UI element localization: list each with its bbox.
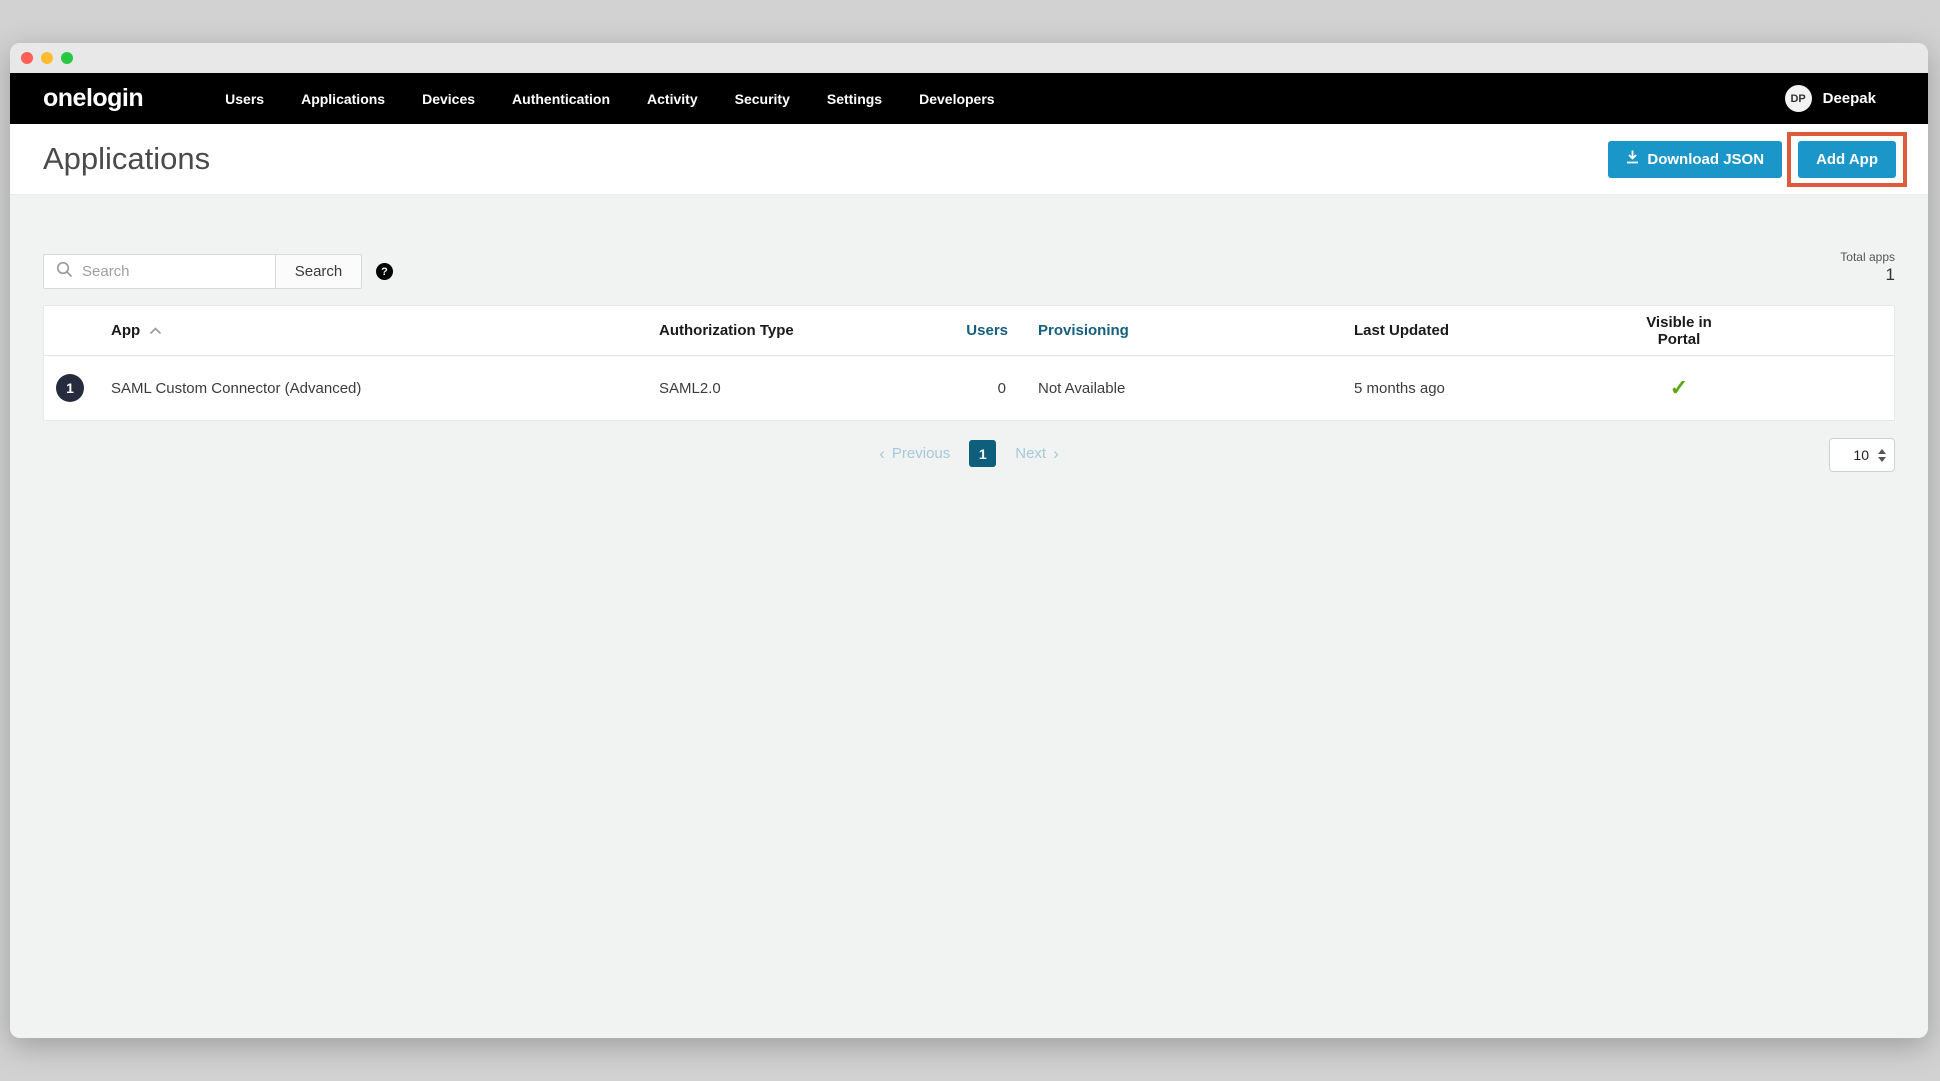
user-name: Deepak [1823,90,1876,107]
search-box [43,254,275,289]
main-content: Search ? Total apps 1 App Authorization … [10,195,1928,1038]
top-nav: onelogin Users Applications Devices Auth… [10,73,1928,124]
download-json-button[interactable]: Download JSON [1608,141,1782,178]
app-name[interactable]: SAML Custom Connector (Advanced) [111,380,361,397]
users-cell: 0 [939,380,1014,397]
window-titlebar [10,43,1928,73]
nav-item-users[interactable]: Users [225,91,264,107]
app-window: onelogin Users Applications Devices Auth… [10,43,1928,1038]
page-header: Applications Download JSON Add App [10,124,1928,195]
stepper-icon [1878,449,1886,462]
nav-items: Users Applications Devices Authenticatio… [225,91,994,107]
visible-cell: ✓ [1602,375,1732,401]
close-button[interactable] [21,52,33,64]
column-header-provisioning[interactable]: Provisioning [1014,322,1330,339]
minimize-button[interactable] [41,52,53,64]
search-input[interactable] [82,263,252,280]
column-header-auth-type: Authorization Type [659,322,939,339]
chevron-right-icon: › [1053,444,1059,464]
nav-item-security[interactable]: Security [735,91,790,107]
nav-item-settings[interactable]: Settings [827,91,882,107]
toolbar: Search ? Total apps 1 [43,195,1895,289]
row-index-badge: 1 [56,374,84,402]
download-icon [1626,150,1639,168]
user-menu[interactable]: DP Deepak [1785,85,1876,112]
visible-check-icon: ✓ [1670,375,1688,400]
chevron-left-icon: ‹ [879,444,885,464]
app-cell: 1 SAML Custom Connector (Advanced) [44,374,659,402]
search-icon [56,261,73,283]
pagination-row: ‹ Previous 1 Next › 10 [43,438,1895,474]
table-header-row: App Authorization Type Users Provisionin… [44,306,1894,356]
add-app-button[interactable]: Add App [1798,141,1896,178]
sort-asc-icon [149,322,162,339]
last-updated-cell: 5 months ago [1330,380,1602,397]
column-header-last-updated: Last Updated [1330,322,1602,339]
total-apps: Total apps 1 [1840,250,1895,285]
nav-item-activity[interactable]: Activity [647,91,698,107]
current-page-button[interactable]: 1 [969,440,996,467]
onelogin-logo[interactable]: onelogin [43,84,143,113]
add-app-label: Add App [1816,151,1878,168]
auth-type-cell: SAML2.0 [659,380,939,397]
header-actions: Download JSON Add App [1608,132,1907,187]
applications-table: App Authorization Type Users Provisionin… [43,305,1895,421]
pagination: ‹ Previous 1 Next › [43,440,1895,467]
column-header-app[interactable]: App [44,322,659,339]
column-header-visible-in-portal: Visible in Portal [1602,314,1732,348]
help-icon[interactable]: ? [376,263,393,280]
provisioning-cell: Not Available [1014,380,1330,397]
nav-item-devices[interactable]: Devices [422,91,475,107]
page-title: Applications [43,141,210,177]
total-apps-value: 1 [1840,265,1895,285]
total-apps-label: Total apps [1840,250,1895,264]
table-row[interactable]: 1 SAML Custom Connector (Advanced) SAML2… [44,356,1894,420]
next-page-button[interactable]: Next › [1015,444,1059,464]
search-control: Search [43,254,362,289]
nav-item-applications[interactable]: Applications [301,91,385,107]
avatar[interactable]: DP [1785,85,1812,112]
download-json-label: Download JSON [1647,151,1764,168]
page-size-select[interactable]: 10 [1829,438,1895,472]
annotation-highlight-box: Add App [1787,132,1907,187]
page-size-value: 10 [1853,447,1869,463]
column-header-users[interactable]: Users [939,322,1014,339]
nav-item-authentication[interactable]: Authentication [512,91,610,107]
previous-page-button[interactable]: ‹ Previous [879,444,950,464]
zoom-button[interactable] [61,52,73,64]
nav-item-developers[interactable]: Developers [919,91,994,107]
search-button[interactable]: Search [275,254,362,289]
